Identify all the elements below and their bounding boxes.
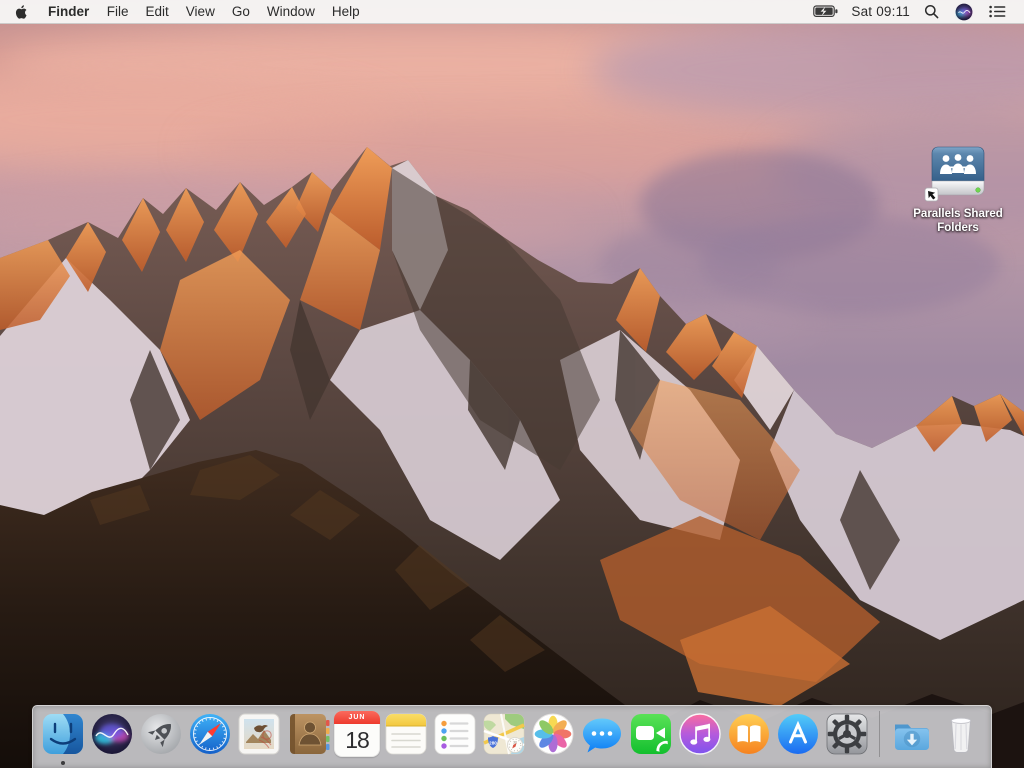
launchpad-icon (138, 711, 184, 757)
apple-menu[interactable] (0, 0, 39, 23)
dock-item-ibooks[interactable] (726, 711, 772, 757)
messages-icon (579, 711, 625, 757)
dock-item-siri[interactable] (89, 711, 135, 757)
menu-bar: Finder File Edit View Go Window Help Sat… (0, 0, 1024, 24)
calendar-icon: JUN 18 (334, 711, 380, 757)
siri-icon (955, 3, 973, 21)
shared-drive-icon (924, 146, 992, 204)
dock-item-app-store[interactable] (775, 711, 821, 757)
menu-edit[interactable]: Edit (137, 0, 177, 23)
menu-go[interactable]: Go (223, 0, 258, 23)
dock-item-trash[interactable] (938, 711, 984, 757)
running-indicator-finder (61, 761, 65, 765)
trash-icon (938, 711, 984, 757)
downloads-folder-icon (889, 711, 935, 757)
dock-item-mail[interactable] (236, 711, 282, 757)
menu-view[interactable]: View (177, 0, 223, 23)
notes-icon (383, 711, 429, 757)
battery-charging-icon (813, 5, 839, 18)
spotlight-button[interactable] (916, 0, 947, 23)
itunes-icon (677, 711, 723, 757)
ibooks-icon (726, 711, 772, 757)
dock-item-contacts[interactable] (285, 711, 331, 757)
maps-shield-label: 280 (489, 741, 497, 746)
desktop-icon-parallels-shared-folders[interactable]: Parallels Shared Folders (895, 146, 1021, 236)
dock-item-notes[interactable] (383, 711, 429, 757)
system-preferences-icon (824, 711, 870, 757)
dock-item-downloads[interactable] (889, 711, 935, 757)
menu-window[interactable]: Window (258, 0, 323, 23)
siri-button[interactable] (947, 0, 981, 23)
maps-icon: 280 30 (481, 711, 527, 757)
menu-help[interactable]: Help (323, 0, 368, 23)
dock-item-safari[interactable] (187, 711, 233, 757)
dock-item-maps[interactable]: 280 30 (481, 711, 527, 757)
reminders-icon (432, 711, 478, 757)
spotlight-search-icon (924, 4, 939, 19)
dock-item-system-preferences[interactable] (824, 711, 870, 757)
facetime-icon (628, 711, 674, 757)
wallpaper-sierra-mountain (0, 0, 1024, 768)
dock: JUN 18 (32, 705, 992, 768)
dock-item-calendar[interactable]: JUN 18 (334, 711, 380, 757)
desktop: Finder File Edit View Go Window Help Sat… (0, 0, 1024, 768)
calendar-month: JUN (334, 711, 380, 724)
contacts-icon (285, 711, 331, 757)
dock-item-finder[interactable] (40, 711, 86, 757)
dock-divider (879, 711, 880, 757)
calendar-day: 18 (334, 724, 380, 757)
notification-center-icon (989, 5, 1006, 18)
photos-icon (530, 711, 576, 757)
menu-file[interactable]: File (98, 0, 137, 23)
maps-compass-label: 30 (513, 740, 517, 744)
menu-clock[interactable]: Sat 09:11 (847, 4, 916, 19)
drive-led (976, 188, 981, 193)
active-app-menu[interactable]: Finder (39, 4, 98, 19)
notification-center-button[interactable] (981, 0, 1014, 23)
siri-dock-icon (89, 711, 135, 757)
finder-icon (40, 711, 86, 757)
dock-item-facetime[interactable] (628, 711, 674, 757)
dock-item-photos[interactable] (530, 711, 576, 757)
app-store-icon (775, 711, 821, 757)
battery-status[interactable] (805, 0, 847, 23)
mail-icon (236, 711, 282, 757)
apple-icon (14, 4, 28, 20)
safari-icon (187, 711, 233, 757)
dock-item-messages[interactable] (579, 711, 625, 757)
desktop-icon-label: Parallels Shared Folders (895, 207, 1021, 236)
alias-arrow-badge (925, 188, 938, 201)
dock-item-reminders[interactable] (432, 711, 478, 757)
dock-item-launchpad[interactable] (138, 711, 184, 757)
dock-item-itunes[interactable] (677, 711, 723, 757)
